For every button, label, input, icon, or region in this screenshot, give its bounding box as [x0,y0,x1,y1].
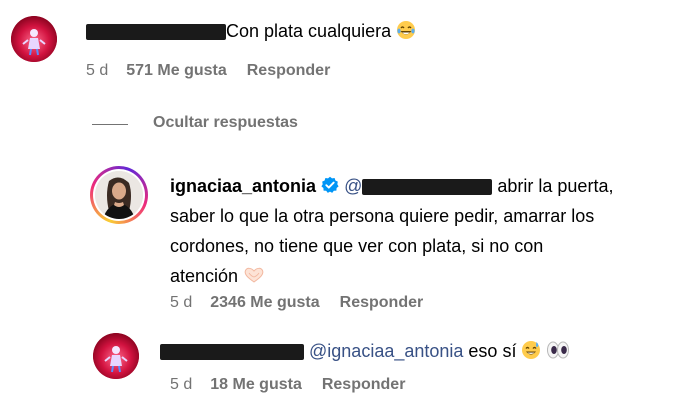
comment-text: eso sí [468,341,517,361]
likes-count[interactable]: 2346 Me gusta [210,294,319,312]
comment-text-line: abrir la puerta, [497,176,614,196]
comment-username[interactable]: ignaciaa_antonia [170,176,316,196]
comment-text-line: atención [170,266,239,286]
hide-replies-button[interactable]: Ocultar respuestas [153,114,298,132]
comment-time: 5 d [170,294,193,311]
reply-button[interactable]: Responder [247,62,331,80]
mention-prefix[interactable]: @ [344,176,362,196]
comment-time: 5 d [86,62,109,79]
likes-count[interactable]: 18 Me gusta [210,376,302,394]
avatar[interactable] [90,166,148,224]
replies-divider-line [92,124,128,125]
redacted-mention[interactable] [362,179,493,196]
comment-time: 5 d [170,376,193,393]
eyes-icon [546,339,570,359]
comment-text: Con plata cualquiera [226,21,392,41]
laughing-tears-icon [396,19,416,39]
redacted-username[interactable] [86,24,226,41]
comment-text-line: saber lo que la otra persona quiere pedi… [170,206,595,226]
reply-button[interactable]: Responder [340,294,424,312]
heart-hands-icon [243,264,264,284]
avatar[interactable] [93,333,139,379]
redacted-username[interactable] [160,344,304,361]
verified-badge-icon [321,173,339,193]
mention-link[interactable]: @ignaciaa_antonia [309,341,463,361]
comment-text-line: cordones, no tiene que ver con plata, si… [170,236,544,256]
likes-count[interactable]: 571 Me gusta [126,62,226,80]
reply-button[interactable]: Responder [322,376,406,394]
sweat-smile-icon [521,339,541,359]
avatar[interactable] [11,16,57,62]
